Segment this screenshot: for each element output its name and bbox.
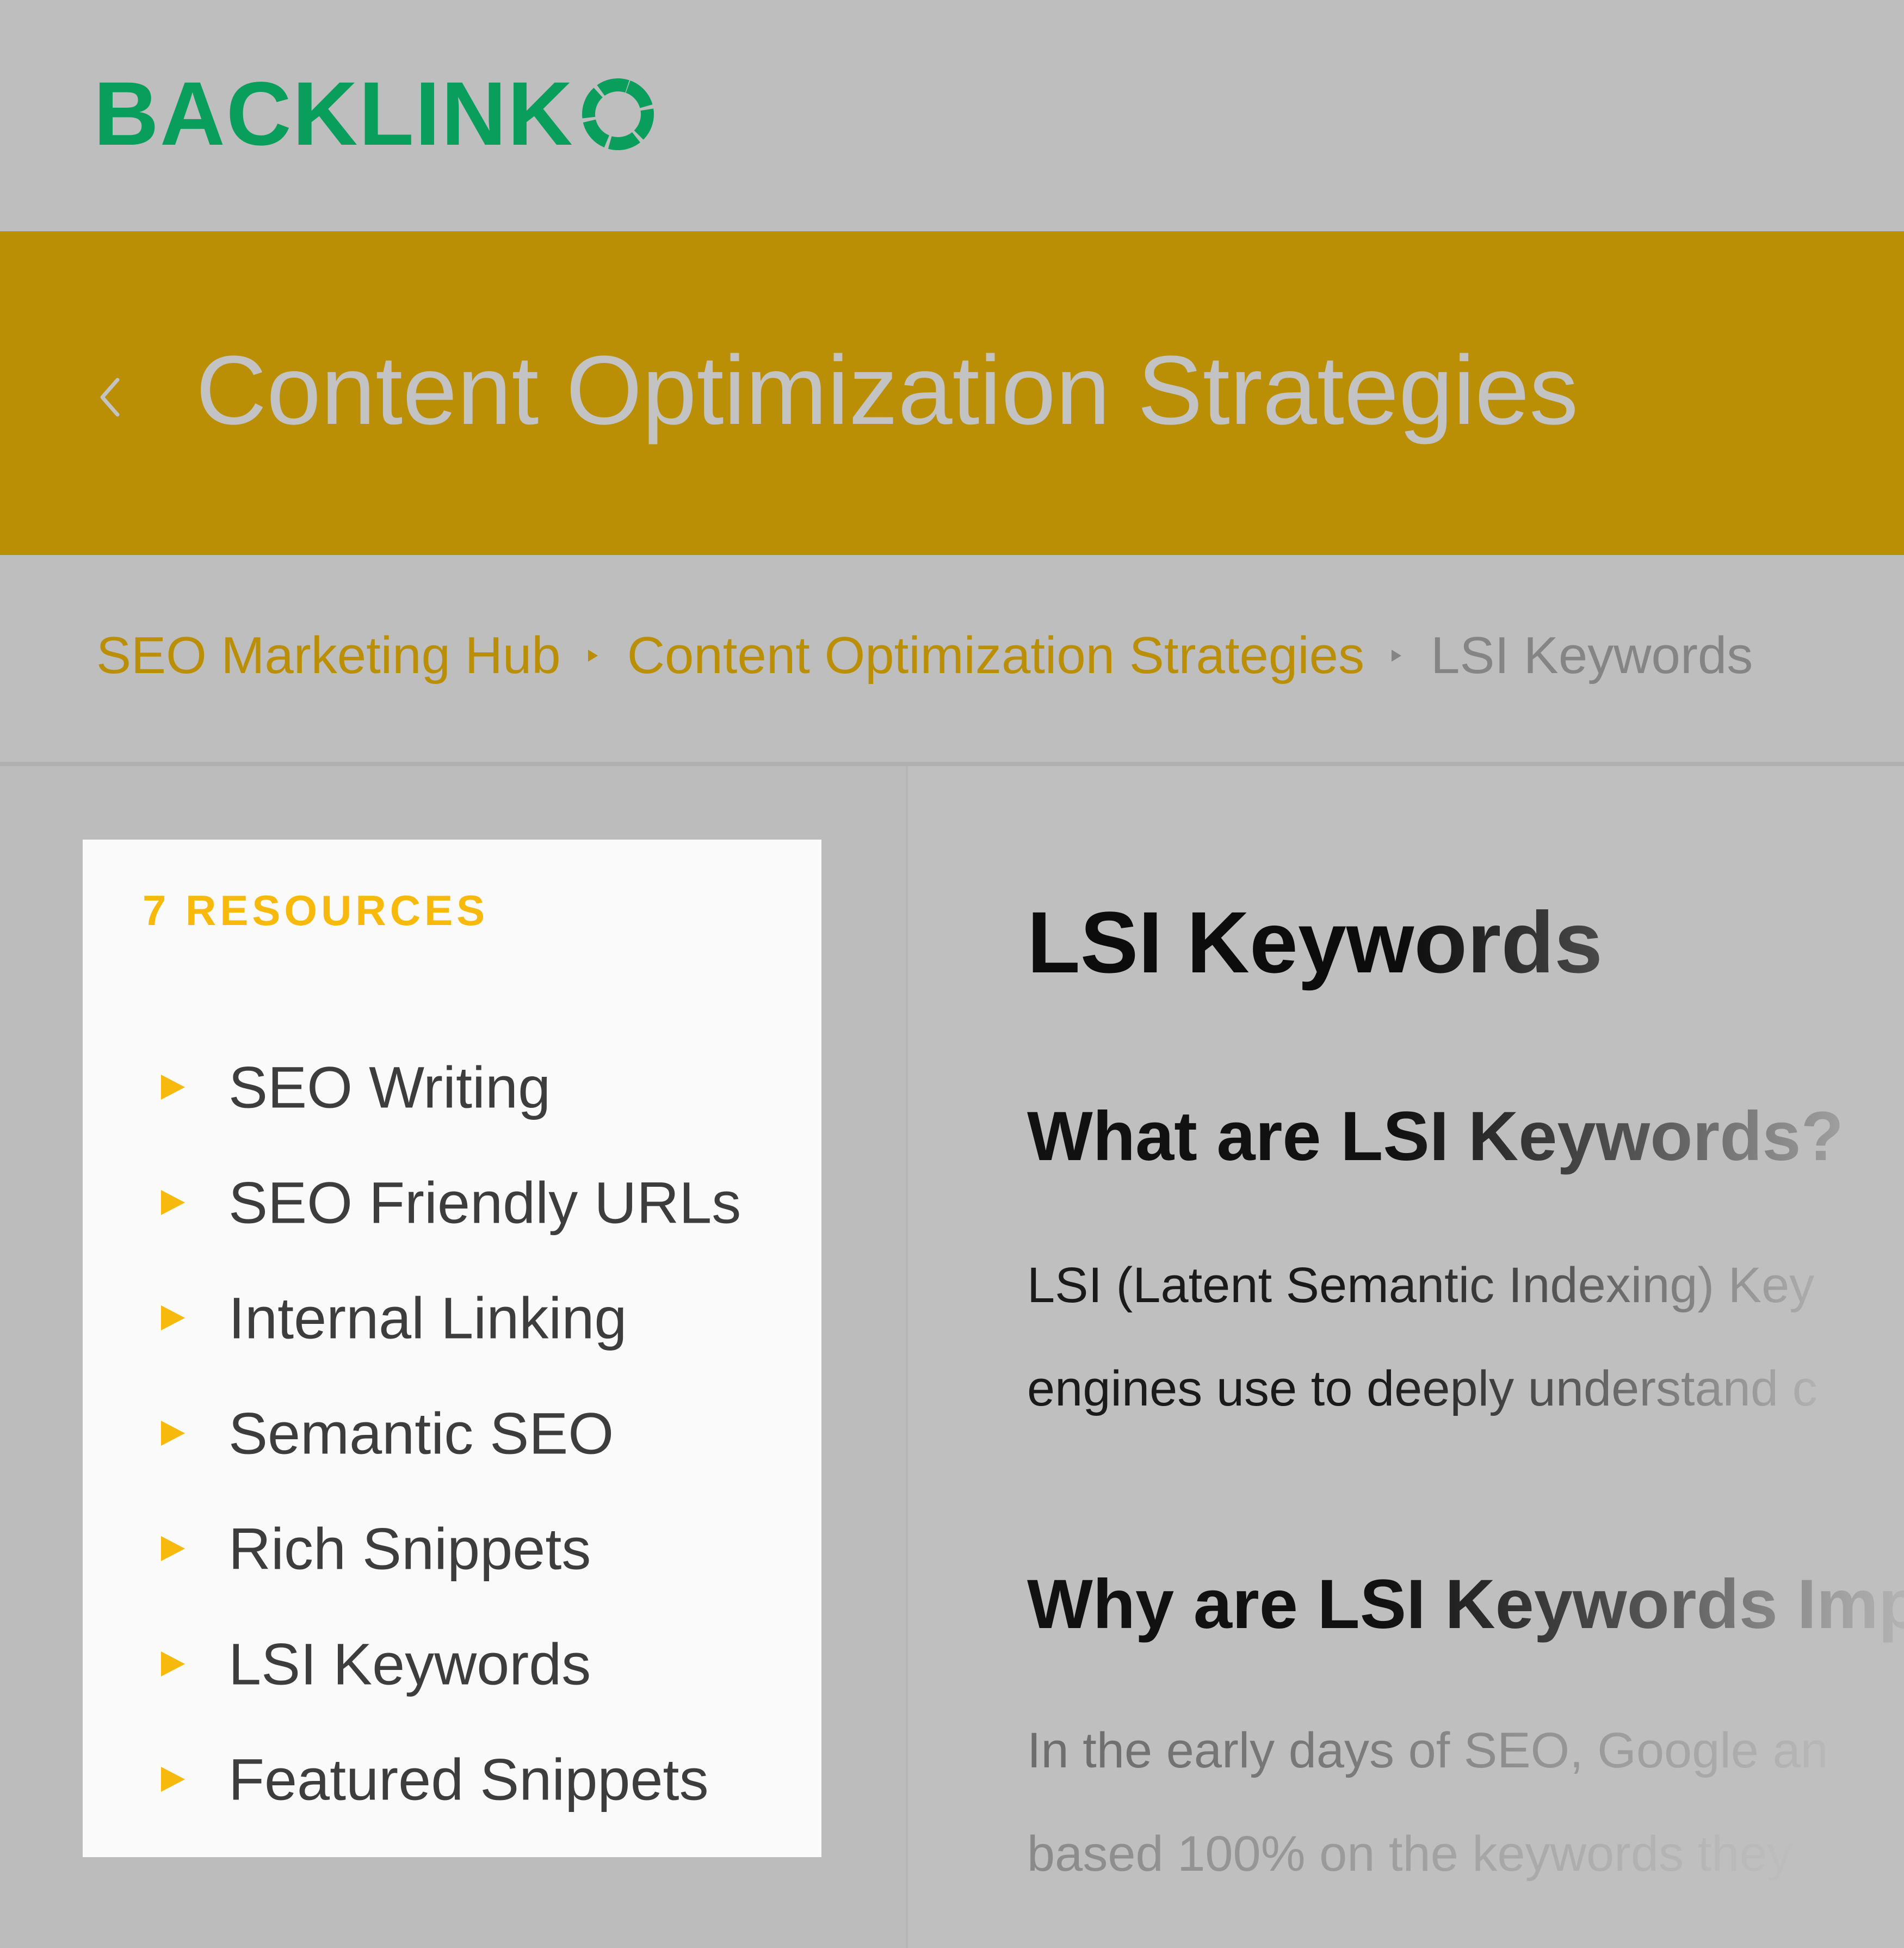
breadcrumb-separator-icon	[588, 650, 598, 662]
paragraph-line: In the early days of SEO, Google an	[1027, 1723, 1828, 1778]
play-arrow-icon	[161, 1305, 185, 1330]
resource-item-internal-linking[interactable]: Internal Linking	[83, 1277, 821, 1359]
resource-label: SEO Friendly URLs	[228, 1169, 741, 1236]
section-heading-what: What are LSI Keywords?	[1027, 1098, 1844, 1175]
resource-label: Featured Snippets	[228, 1746, 709, 1813]
resource-label: Internal Linking	[228, 1285, 627, 1351]
resource-item-featured-snippets[interactable]: Featured Snippets	[83, 1739, 821, 1820]
resource-label: LSI Keywords	[228, 1631, 591, 1697]
resource-label: SEO Writing	[228, 1054, 551, 1120]
back-chevron-icon[interactable]	[97, 375, 124, 419]
resource-item-seo-friendly-urls[interactable]: SEO Friendly URLs	[83, 1162, 821, 1243]
resource-item-seo-writing[interactable]: SEO Writing	[83, 1046, 821, 1128]
play-arrow-icon	[161, 1190, 185, 1215]
resource-item-lsi-keywords[interactable]: LSI Keywords	[83, 1623, 821, 1705]
play-arrow-icon	[161, 1536, 185, 1561]
paragraph-line: LSI (Latent Semantic Indexing) Key	[1027, 1257, 1815, 1313]
play-arrow-icon	[161, 1421, 185, 1446]
resource-label: Semantic SEO	[228, 1400, 614, 1466]
resource-label: Rich Snippets	[228, 1515, 591, 1582]
article-body: What are LSI Keywords? LSI (Latent Seman…	[1027, 0, 1904, 1948]
resource-item-semantic-seo[interactable]: Semantic SEO	[83, 1392, 821, 1474]
paragraph-line: based 100% on the keywords they	[1027, 1826, 1792, 1882]
play-arrow-icon	[161, 1075, 185, 1100]
paragraph-line: engines use to deeply understand c	[1027, 1361, 1818, 1416]
breadcrumb-link-hub[interactable]: SEO Marketing Hub	[96, 626, 561, 686]
resources-sidebar: 7 RESOURCES SEO Writing SEO Friendly URL…	[83, 840, 821, 1857]
backlinko-logo[interactable]: BACKLINK	[94, 64, 659, 164]
play-arrow-icon	[161, 1651, 185, 1676]
section-heading-why: Why are LSI Keywords Imp	[1027, 1564, 1904, 1644]
play-arrow-icon	[161, 1767, 185, 1792]
resource-item-rich-snippets[interactable]: Rich Snippets	[83, 1508, 821, 1589]
logo-text: BACKLINK	[94, 64, 574, 164]
logo-ring-icon	[582, 78, 654, 150]
resources-count-heading: 7 RESOURCES	[143, 886, 489, 934]
